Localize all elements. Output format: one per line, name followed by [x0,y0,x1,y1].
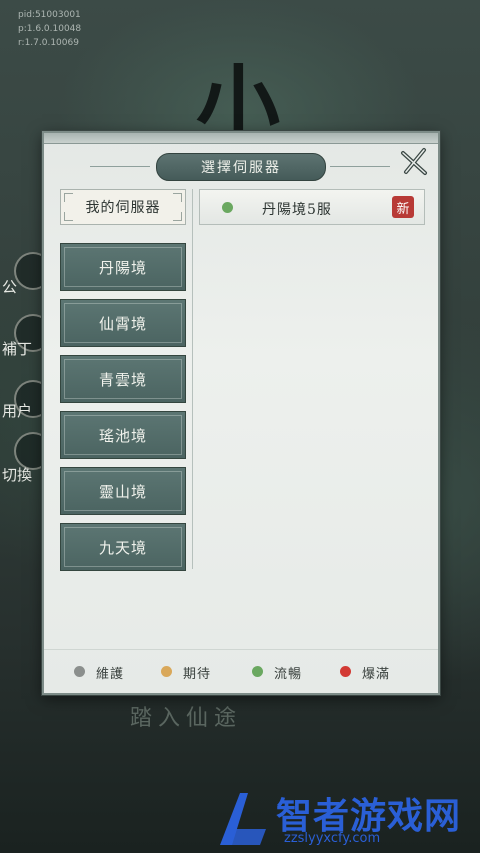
corner-ornament [173,212,182,221]
region-tab-xianxiao[interactable]: 仙霄境 [60,299,186,347]
region-label: 瑤池境 [98,426,147,445]
region-tab-qingyun[interactable]: 青雲境 [60,355,186,403]
server-select-dialog: 選擇伺服器 我的伺服器 丹陽境 仙霄境 青雲境 瑤池境 靈山境 九天境 丹陽境5… [42,131,440,695]
legend-label: 期待 [183,667,212,682]
dialog-title: 選擇伺服器 [201,160,281,176]
server-name: 丹陽境5服 [262,202,332,218]
corner-ornament [64,193,73,202]
status-legend: 維護 期待 流暢 爆滿 [44,649,438,690]
my-servers-label: 我的伺服器 [85,200,161,216]
region-label: 青雲境 [98,370,147,389]
corner-ornament [64,212,73,221]
server-item[interactable]: 丹陽境5服 新 [199,189,425,225]
watermark-logo-icon [220,793,266,845]
legend-dot [252,666,263,677]
watermark-url: zzslyyxcfy.com [284,831,381,846]
close-button[interactable] [397,145,431,179]
title-ornament-right [330,166,390,167]
legend-dot [74,666,85,677]
legend-label: 爆滿 [362,667,391,682]
region-tab-yaochi[interactable]: 瑤池境 [60,411,186,459]
title-ornament-left [90,166,150,167]
region-label: 九天境 [98,538,147,557]
my-servers-tab[interactable]: 我的伺服器 [60,189,186,225]
region-label: 丹陽境 [98,258,147,277]
legend-dot [161,666,172,677]
side-label-notice: 公 [2,278,18,296]
region-tab-jiutian[interactable]: 九天境 [60,523,186,571]
legend-dot [340,666,351,677]
new-badge: 新 [392,196,414,218]
background-slogan: 踏入仙途 [130,706,243,731]
build-info-line: pid:51003001 [18,10,81,20]
legend-label: 流暢 [274,667,303,682]
side-label-switch: 切換 [2,466,33,484]
legend-label: 維護 [96,667,125,682]
column-divider [192,189,193,569]
region-label: 靈山境 [98,482,147,501]
side-label-user: 用户 [2,402,33,420]
region-tab-lingshan[interactable]: 靈山境 [60,467,186,515]
site-watermark: 智者游戏网 zzslyyxcfy.com [212,785,480,853]
server-status-dot [222,202,233,213]
corner-ornament [173,193,182,202]
build-info-line: p:1.6.0.10048 [18,24,82,34]
build-info: pid:51003001 p:1.6.0.10048 r:1.7.0.10069 [18,8,81,50]
build-info-line: r:1.7.0.10069 [18,38,79,48]
region-tab-danyang[interactable]: 丹陽境 [60,243,186,291]
side-label-patch: 補丁 [2,340,33,358]
dialog-title-plate: 選擇伺服器 [156,153,326,181]
close-icon [401,148,427,175]
region-label: 仙霄境 [98,314,147,333]
